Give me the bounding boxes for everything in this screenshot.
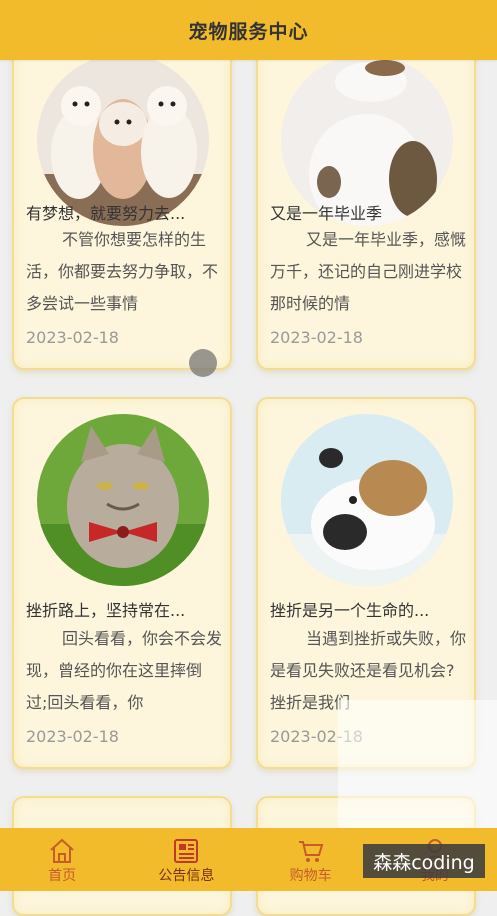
card-summary: 回头看看，你会不会发现，曾经的你在这里摔倒过;回头看看，你 bbox=[26, 629, 222, 712]
blur-overlay bbox=[338, 700, 497, 840]
page-title: 宠物服务中心 bbox=[188, 20, 309, 43]
notice-card[interactable]: 有梦想，就要努力去... 不管你想要怎样的生活，你都要去努力争取，不多尝试一些事… bbox=[12, 40, 232, 370]
card-date: 2023-02-18 bbox=[26, 328, 119, 347]
home-icon bbox=[50, 838, 74, 863]
touch-indicator bbox=[189, 349, 217, 377]
card-title: 有梦想，就要努力去... bbox=[26, 204, 186, 223]
card-summary: 不管你想要怎样的生活，你都要去努力争取，不多尝试一些事情 bbox=[26, 230, 219, 313]
card-title: 挫折是另一个生命的... bbox=[270, 601, 430, 620]
watermark: 森森coding bbox=[363, 844, 485, 878]
card-title: 挫折路上，坚持常在... bbox=[26, 601, 186, 620]
notice-card[interactable]: 挫折路上，坚持常在... 回头看看，你会不会发现，曾经的你在这里摔倒过;回头看看… bbox=[12, 397, 232, 769]
notice-card[interactable]: 又是一年毕业季 又是一年毕业季，感慨万千，还记的自己刚进学校那时候的情 2023… bbox=[256, 40, 476, 370]
card-summary: 又是一年毕业季，感慨万千，还记的自己刚进学校那时候的情 bbox=[270, 230, 466, 313]
tab-home[interactable]: 首页 bbox=[0, 828, 124, 891]
tab-cart[interactable]: 购物车 bbox=[249, 828, 373, 891]
cart-icon bbox=[298, 840, 323, 862]
tab-label: 公告信息 bbox=[158, 867, 215, 884]
tab-label: 首页 bbox=[48, 867, 77, 884]
app-header: 宠物服务中心 bbox=[0, 0, 497, 60]
tab-label: 购物车 bbox=[289, 867, 332, 884]
card-photo bbox=[281, 414, 453, 586]
notice-icon bbox=[174, 838, 199, 863]
card-photo bbox=[37, 414, 209, 586]
card-title: 又是一年毕业季 bbox=[270, 204, 383, 223]
card-date: 2023-02-18 bbox=[26, 727, 119, 746]
tab-notices[interactable]: 公告信息 bbox=[124, 828, 248, 891]
card-date: 2023-02-18 bbox=[270, 328, 363, 347]
